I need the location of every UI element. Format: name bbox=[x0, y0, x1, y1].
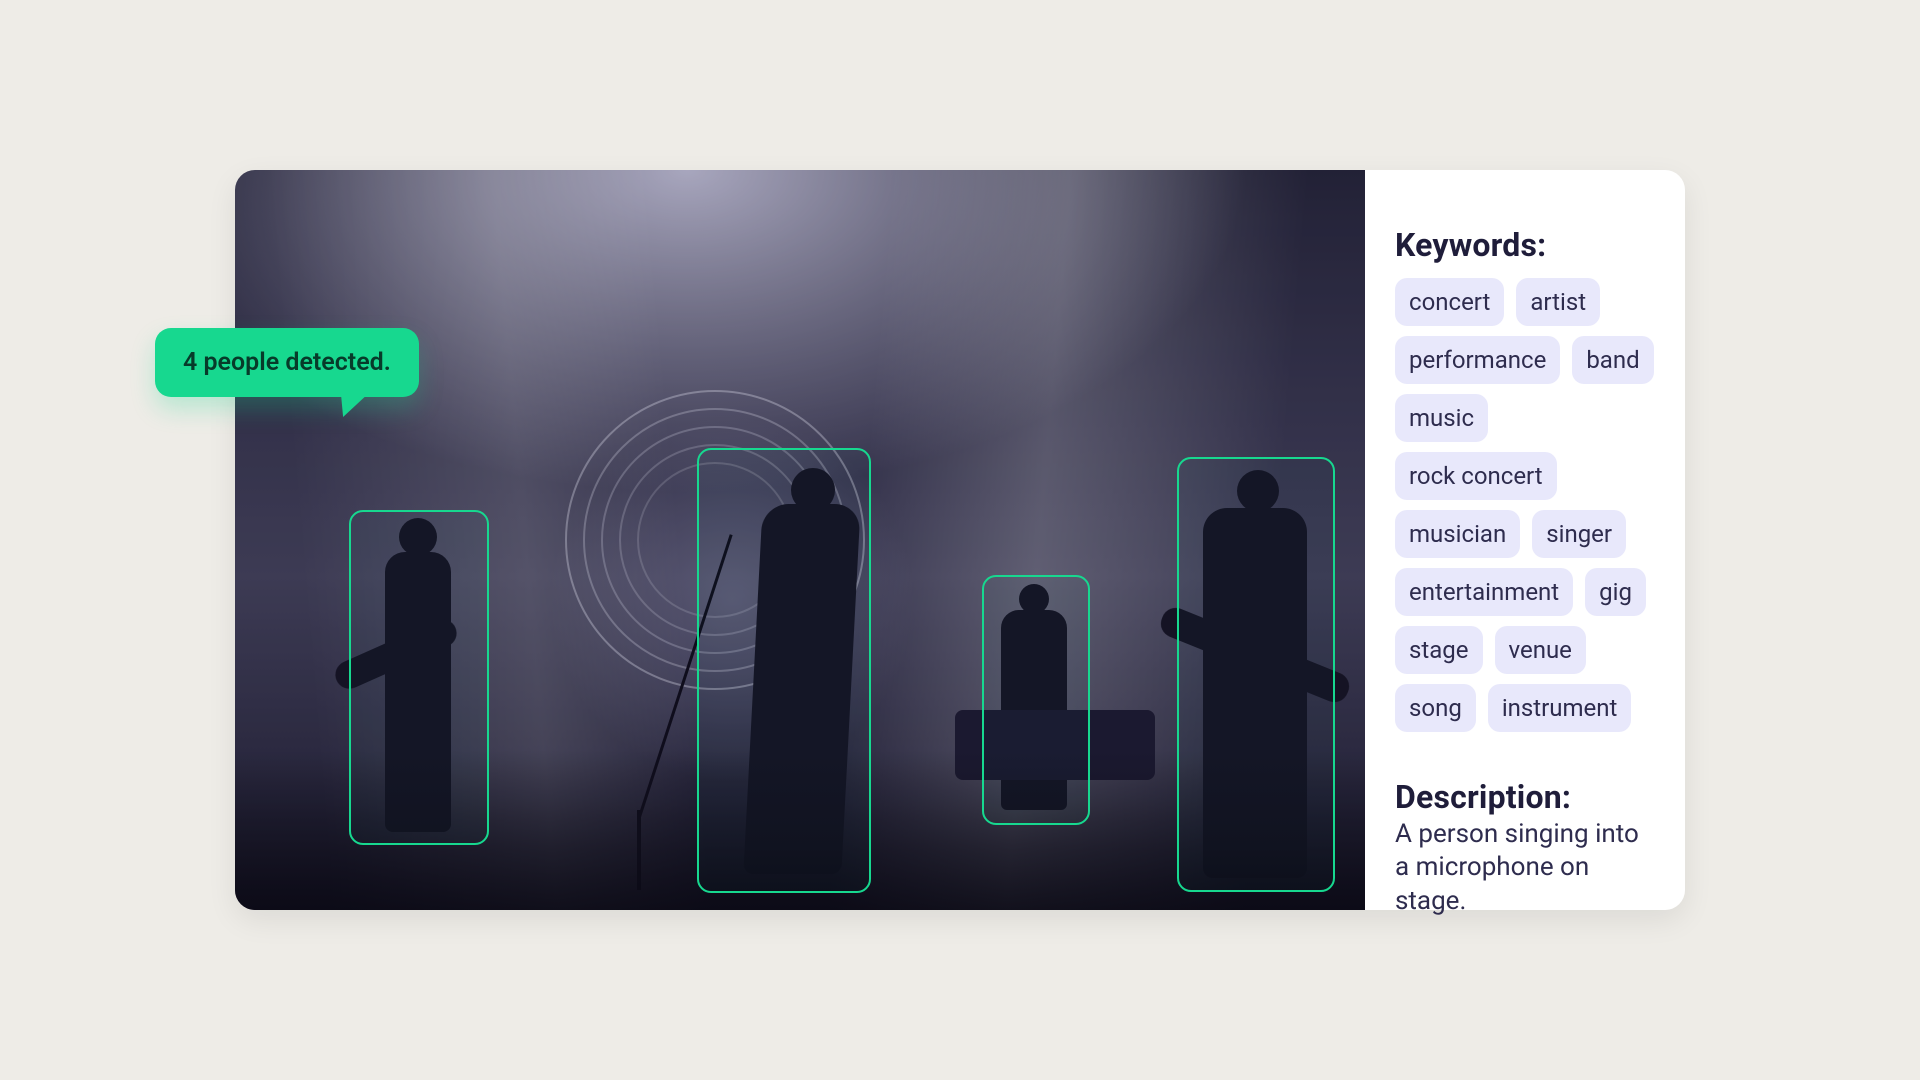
detection-callout: 4 people detected. bbox=[155, 328, 419, 397]
analysis-card: 4 people detected. Keywords: concert art… bbox=[235, 170, 1685, 910]
info-pane: Keywords: concert artist performance ban… bbox=[1365, 170, 1685, 910]
keyword-tag[interactable]: venue bbox=[1495, 626, 1586, 674]
detection-box-1[interactable] bbox=[349, 510, 489, 845]
keyword-tag[interactable]: song bbox=[1395, 684, 1476, 732]
keyword-tag[interactable]: stage bbox=[1395, 626, 1483, 674]
description-heading: Description: bbox=[1395, 778, 1655, 816]
keyword-tag-list: concert artist performance band music ro… bbox=[1395, 278, 1655, 732]
keyword-tag[interactable]: rock concert bbox=[1395, 452, 1557, 500]
keyword-tag[interactable]: performance bbox=[1395, 336, 1560, 384]
detection-box-4[interactable] bbox=[1177, 457, 1335, 892]
keyword-tag[interactable]: music bbox=[1395, 394, 1488, 442]
keyword-tag[interactable]: musician bbox=[1395, 510, 1520, 558]
detection-box-3[interactable] bbox=[982, 575, 1090, 825]
detection-box-2[interactable] bbox=[697, 448, 871, 893]
description-text: A person singing into a microphone on st… bbox=[1395, 818, 1645, 918]
keywords-heading: Keywords: bbox=[1395, 226, 1655, 264]
keyword-tag[interactable]: band bbox=[1572, 336, 1653, 384]
keyword-tag[interactable]: singer bbox=[1532, 510, 1626, 558]
keyword-tag[interactable]: instrument bbox=[1488, 684, 1632, 732]
keyword-tag[interactable]: entertainment bbox=[1395, 568, 1573, 616]
keyword-tag[interactable]: artist bbox=[1516, 278, 1600, 326]
keyword-tag[interactable]: gig bbox=[1585, 568, 1646, 616]
image-pane bbox=[235, 170, 1365, 910]
keyword-tag[interactable]: concert bbox=[1395, 278, 1504, 326]
detection-callout-text: 4 people detected. bbox=[183, 348, 391, 377]
